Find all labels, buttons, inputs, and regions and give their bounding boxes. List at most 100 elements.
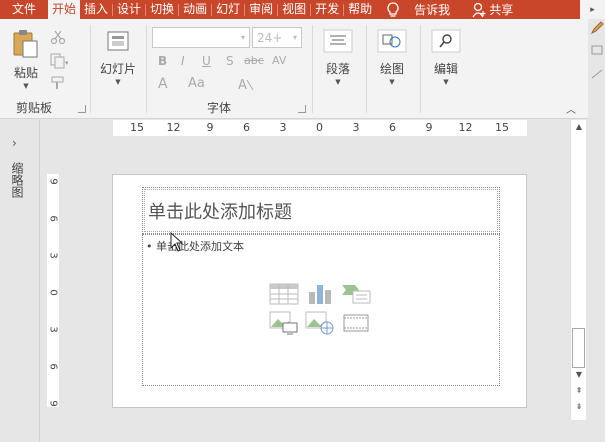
insert-picture-icon[interactable] (269, 311, 299, 335)
caret-down-icon: ▼ (23, 82, 29, 90)
shapes-icon (377, 29, 407, 53)
scissors-icon[interactable] (50, 29, 66, 45)
ribbon-item-icon[interactable] (590, 67, 604, 81)
new-slide-icon (107, 31, 129, 51)
change-case-button[interactable]: Aa (188, 76, 205, 91)
insert-online-picture-icon[interactable] (305, 311, 335, 335)
font-name-combo[interactable]: ▾ (152, 27, 250, 48)
bold-button[interactable]: B (158, 54, 167, 68)
pen-icon[interactable] (590, 21, 604, 35)
content-placeholder-text: • 单击此处添加文本 (146, 240, 244, 253)
paragraph-button[interactable]: 段落 ▼ (320, 29, 356, 86)
ruler-tick-label: 15 (130, 121, 144, 134)
paste-button[interactable]: 粘贴 ▼ (10, 29, 42, 90)
tab-slideshow[interactable]: 幻灯 (212, 0, 244, 19)
font-group-label: 字体 (207, 101, 232, 115)
editing-label: 编辑 (433, 62, 458, 76)
scroll-up-icon[interactable]: ▲ (574, 122, 584, 131)
insert-video-icon[interactable] (341, 311, 371, 335)
tell-me-search[interactable]: 告诉我 (386, 1, 450, 18)
scroll-tabs-right-button[interactable]: ▸ (580, 0, 605, 19)
ruler-tick-label: 6 (47, 215, 59, 222)
scrollbar-thumb[interactable] (572, 328, 585, 368)
ribbon-home: 粘贴 ▼ ▾ 剪贴板 幻灯片 ▼ ▾ 24+ ▾ B I U S abc AV … (0, 19, 588, 119)
group-separator (420, 25, 421, 113)
next-slide-icon[interactable]: ⇟ (574, 402, 584, 411)
new-slide-button[interactable]: 幻灯片 ▼ (97, 29, 139, 86)
chevron-down-icon: ▾ (240, 33, 245, 42)
scroll-down-icon[interactable]: ▼ (574, 370, 584, 379)
tab-transitions[interactable]: 切换 (146, 0, 178, 19)
share-button[interactable]: 共享 (472, 1, 513, 18)
vertical-scrollbar[interactable]: ▲ ▼ ⇞ ⇟ (570, 120, 586, 420)
ruler-tick-label: 0 (316, 121, 323, 134)
copy-icon[interactable]: ▾ (50, 53, 68, 69)
side-pane-strip (588, 19, 605, 119)
insert-table-icon[interactable] (269, 282, 299, 306)
chevron-right-icon: ▸ (590, 4, 595, 15)
drawing-label: 绘图 (379, 62, 404, 76)
editing-button[interactable]: 编辑 ▼ (428, 29, 464, 86)
lightbulb-icon (387, 1, 399, 17)
expand-pane-icon[interactable]: › (12, 136, 17, 150)
strikethrough-button[interactable]: abc (244, 54, 264, 67)
shadow-button[interactable]: S (226, 54, 234, 68)
tab-design[interactable]: 设计 (113, 0, 145, 19)
svg-text:A: A (238, 78, 247, 92)
ruler-tick-label: 6 (47, 363, 59, 370)
font-size-combo[interactable]: 24+ ▾ (252, 27, 302, 48)
insert-smartart-icon[interactable] (341, 282, 371, 306)
tab-view[interactable]: 视图 (278, 0, 310, 19)
ruler-tick-label: 15 (495, 121, 509, 134)
mouse-cursor-icon (170, 232, 184, 252)
tab-review[interactable]: 审阅 (245, 0, 277, 19)
ruler-tick-label: 3 (47, 326, 59, 333)
ruler-tick-label: 3 (279, 121, 287, 134)
ribbon-tab-bar: 文件 开始 插入 设计 切换 动画 幻灯 审阅 视图 开发 帮助 告诉我 共享 (0, 0, 605, 19)
ruler-tick-label: 3 (352, 121, 360, 134)
ruler-tick-label: 3 (47, 252, 59, 259)
ruler-tick-label: 9 (47, 178, 59, 185)
thumbnail-pane: › 缩略图 (0, 120, 40, 442)
title-placeholder-text: 单击此处添加标题 (148, 202, 292, 223)
underline-button[interactable]: U (202, 54, 211, 68)
tab-insert[interactable]: 插入 (80, 0, 112, 19)
tab-home[interactable]: 开始 (48, 0, 81, 19)
insert-chart-icon[interactable] (305, 282, 335, 306)
tab-developer[interactable]: 开发 (311, 0, 343, 19)
ruler-tick-label: 6 (389, 121, 396, 134)
tab-help[interactable]: 帮助 (344, 0, 376, 19)
caret-down-icon: ▼ (335, 78, 341, 86)
char-spacing-button[interactable]: AV (272, 54, 286, 67)
tab-file[interactable]: 文件 (0, 0, 48, 19)
ruler-tick-label: 6 (243, 121, 250, 134)
group-separator (90, 25, 91, 113)
ruler-tick-label: 9 (206, 121, 214, 134)
svg-text:▾: ▾ (65, 59, 68, 67)
ruler-tick-label: 12 (458, 121, 473, 134)
new-slide-label: 幻灯片 (99, 62, 136, 76)
font-color-button[interactable]: A (158, 76, 168, 92)
drawing-button[interactable]: 绘图 ▼ (374, 29, 410, 86)
content-placeholder[interactable]: • 单击此处添加文本 (142, 234, 500, 386)
tell-me-label: 告诉我 (414, 3, 451, 17)
previous-slide-icon[interactable]: ⇞ (574, 386, 584, 395)
title-placeholder[interactable]: 单击此处添加标题 (142, 187, 500, 234)
font-launcher-icon[interactable] (298, 105, 306, 113)
clipboard-icon (13, 30, 38, 58)
ruler-tick-label: 0 (47, 289, 59, 296)
tab-animations[interactable]: 动画 (179, 0, 211, 19)
find-icon (431, 29, 461, 53)
ribbon-item-icon[interactable] (590, 43, 604, 57)
thumbnail-pane-label[interactable]: 缩略图 (9, 162, 25, 198)
clipboard-launcher-icon[interactable] (78, 105, 86, 113)
paragraph-icon (323, 29, 353, 53)
ruler-tick-label: 9 (47, 400, 59, 407)
italic-button[interactable]: I (181, 54, 185, 68)
slide-canvas[interactable]: 单击此处添加标题 • 单击此处添加文本 (112, 174, 527, 408)
paragraph-label: 段落 (325, 62, 350, 76)
collapse-ribbon-icon[interactable]: ︿ (566, 101, 576, 116)
horizontal-ruler: 15 12 9 6 3 0 3 6 9 12 15 (113, 120, 527, 136)
clear-formatting-icon[interactable]: A (237, 76, 255, 92)
format-painter-icon[interactable] (50, 75, 66, 91)
